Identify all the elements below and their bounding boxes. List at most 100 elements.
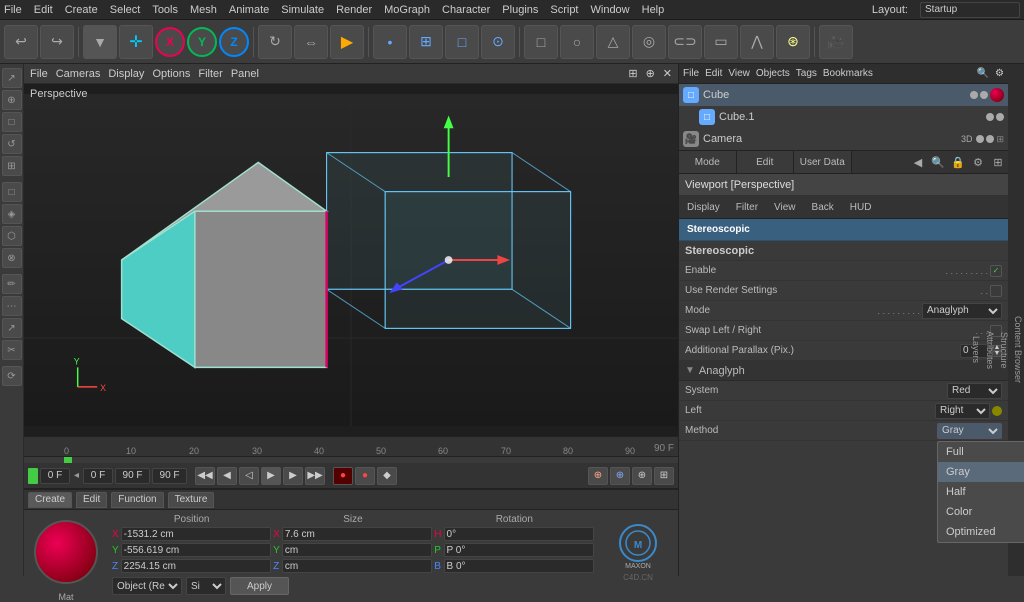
menu-help[interactable]: Help — [642, 4, 665, 16]
z-axis[interactable]: Z — [219, 27, 249, 57]
om-tags[interactable]: Tags — [796, 68, 817, 79]
cursor-tool[interactable]: ▼ — [83, 25, 117, 59]
mode-tab-userdata[interactable]: User Data — [794, 151, 852, 173]
left-tool-10[interactable]: ✏ — [2, 274, 22, 294]
om-settings-icon[interactable]: ⚙ — [995, 68, 1004, 79]
left-tool-11[interactable]: ⋯ — [2, 296, 22, 316]
object-mode-select[interactable]: Object (Re — [112, 577, 182, 595]
camera-render-dot[interactable] — [986, 135, 994, 143]
anaglyph-collapse-icon[interactable]: ▼ — [685, 365, 695, 376]
vp-menu-panel[interactable]: Panel — [231, 68, 259, 80]
cube2-render-dot[interactable] — [996, 113, 1004, 121]
dd-optimized[interactable]: Optimized — [938, 522, 1024, 542]
apply-button[interactable]: Apply — [230, 577, 289, 595]
new-light[interactable]: ⊛ — [776, 25, 810, 59]
menu-mesh[interactable]: Mesh — [190, 4, 217, 16]
view-tab-back[interactable]: Back — [804, 196, 842, 218]
view-tab-display[interactable]: Display — [679, 196, 728, 218]
om-edit[interactable]: Edit — [705, 68, 722, 79]
om-file[interactable]: File — [683, 68, 699, 79]
mode-tab-mode[interactable]: Mode — [679, 151, 737, 173]
z-rot-field[interactable]: B 0° — [444, 559, 594, 573]
menu-create[interactable]: Create — [65, 4, 98, 16]
tab-create[interactable]: Create — [28, 492, 72, 508]
x-rot-field[interactable]: 0° — [444, 527, 594, 541]
play-next-button[interactable]: ▶ — [283, 467, 303, 485]
new-plane[interactable]: ▭ — [704, 25, 738, 59]
om-view[interactable]: View — [728, 68, 750, 79]
om-objects[interactable]: Objects — [756, 68, 790, 79]
attr-lock-icon[interactable]: 🔒 — [948, 151, 968, 173]
vp-menu-cameras[interactable]: Cameras — [56, 68, 101, 80]
om-bookmarks[interactable]: Bookmarks — [823, 68, 873, 79]
move-tool[interactable]: ✛ — [119, 25, 153, 59]
attr-settings-icon[interactable]: ⚙ — [968, 151, 988, 173]
stereo-tab-active[interactable]: Stereoscopic — [679, 219, 1008, 241]
new-sphere[interactable]: ○ — [560, 25, 594, 59]
x-axis[interactable]: X — [155, 27, 185, 57]
system-dropdown[interactable]: Red — [947, 383, 1002, 399]
play-button[interactable]: ▶ — [261, 467, 281, 485]
y-pos-field[interactable]: -556.619 cm — [121, 543, 271, 557]
material-preview[interactable]: Mat — [24, 510, 108, 586]
vp-menu-display[interactable]: Display — [108, 68, 144, 80]
rotate-tool[interactable]: ↻ — [258, 25, 292, 59]
undo-button[interactable]: ↩ — [4, 25, 38, 59]
new-terrain[interactable]: ⋀ — [740, 25, 774, 59]
dd-full[interactable]: Full — [938, 442, 1024, 462]
left-tool-3[interactable]: □ — [2, 112, 22, 132]
play-first-button[interactable]: ◀◀ — [195, 467, 215, 485]
points-mode[interactable]: • — [373, 25, 407, 59]
strip-layers[interactable]: Layers — [970, 332, 982, 367]
redo-button[interactable]: ↪ — [40, 25, 74, 59]
record-auto-button[interactable]: ● — [355, 467, 375, 485]
cube2-vis-dot[interactable] — [986, 113, 994, 121]
tab-texture[interactable]: Texture — [168, 492, 215, 508]
left-tool-5[interactable]: ⊞ — [2, 156, 22, 176]
left-tool-6[interactable]: □ — [2, 182, 22, 202]
left-tool-1[interactable]: ↗ — [2, 68, 22, 88]
new-cone[interactable]: △ — [596, 25, 630, 59]
x-pos-field[interactable]: -1531.2 cm — [121, 527, 271, 541]
use-render-checkbox[interactable] — [990, 285, 1002, 297]
vp-expand-icon[interactable]: ⊞ — [628, 67, 637, 80]
tab-edit[interactable]: Edit — [76, 492, 107, 508]
view-tab-view[interactable]: View — [766, 196, 804, 218]
attr-expand-icon[interactable]: ⊞ — [988, 151, 1008, 173]
right-dropdown[interactable]: Right — [935, 403, 990, 419]
enable-checkbox[interactable]: ✓ — [990, 265, 1002, 277]
poly-mode[interactable]: □ — [445, 25, 479, 59]
transport-btn-2[interactable]: ⊕ — [610, 467, 630, 485]
y-rot-field[interactable]: P 0° — [444, 543, 594, 557]
menu-window[interactable]: Window — [591, 4, 630, 16]
menu-script[interactable]: Script — [550, 4, 578, 16]
left-tool-9[interactable]: ⊗ — [2, 248, 22, 268]
mode-tab-edit[interactable]: Edit — [737, 151, 795, 173]
left-tool-12[interactable]: ↗ — [2, 318, 22, 338]
strip-structure[interactable]: Structure — [998, 328, 1010, 373]
vp-menu-options[interactable]: Options — [152, 68, 190, 80]
play-last-button[interactable]: ▶▶ — [305, 467, 325, 485]
menu-render[interactable]: Render — [336, 4, 372, 16]
camera-vis-dot[interactable] — [976, 135, 984, 143]
size-mode-select[interactable]: Si — [186, 577, 226, 595]
menu-animate[interactable]: Animate — [229, 4, 269, 16]
vp-lock-icon[interactable]: ⊕ — [646, 67, 655, 80]
play-rev-button[interactable]: ◁ — [239, 467, 259, 485]
camera-btn[interactable]: 🎥 — [819, 25, 853, 59]
view-tab-filter[interactable]: Filter — [728, 196, 766, 218]
dd-gray[interactable]: Gray — [938, 462, 1024, 482]
scale-tool[interactable]: ⇔ — [294, 25, 328, 59]
play-prev-button[interactable]: ◀ — [217, 467, 237, 485]
dd-half[interactable]: Half — [938, 482, 1024, 502]
frame-end-input[interactable]: 90 F — [115, 468, 150, 484]
new-capsule[interactable]: ⊂⊃ — [668, 25, 702, 59]
menu-file[interactable]: File — [4, 4, 22, 16]
viewport-3d[interactable]: Perspective — [24, 84, 678, 436]
edge-mode[interactable]: ⊞ — [409, 25, 443, 59]
vp-menu-filter[interactable]: Filter — [198, 68, 222, 80]
tab-function[interactable]: Function — [111, 492, 163, 508]
menu-tools[interactable]: Tools — [152, 4, 178, 16]
layout-select[interactable]: Startup — [920, 2, 1020, 18]
menu-plugins[interactable]: Plugins — [502, 4, 538, 16]
